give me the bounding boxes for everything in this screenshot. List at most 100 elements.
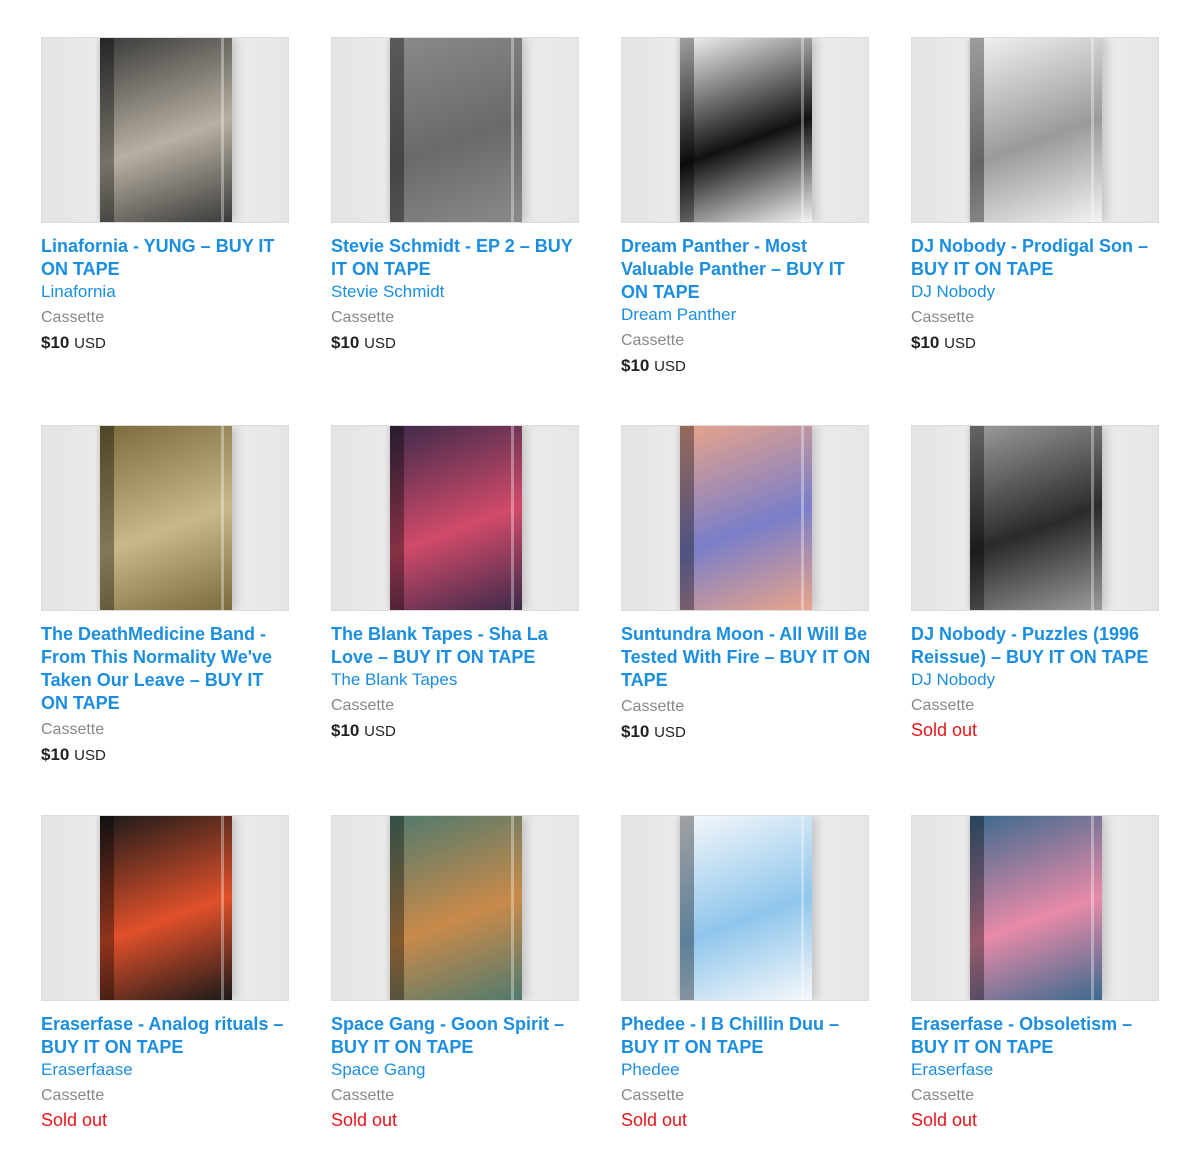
cassette-spine	[680, 426, 694, 610]
product-thumbnail[interactable]	[911, 815, 1159, 1001]
price-currency: USD	[364, 723, 396, 740]
price-amount: $10	[621, 722, 650, 741]
cassette-spine	[970, 38, 984, 222]
product-thumbnail[interactable]	[911, 425, 1159, 611]
product-thumbnail[interactable]	[621, 815, 869, 1001]
cassette-cover-image	[100, 816, 232, 1000]
format-label: Cassette	[621, 1087, 685, 1104]
product-title-link[interactable]: Dream Panther - Most Valuable Panther – …	[621, 235, 871, 304]
product-title-link[interactable]: The DeathMedicine Band - From This Norma…	[41, 623, 291, 715]
artist-link[interactable]: Eraserfaase	[41, 1059, 291, 1081]
product-card: Stevie Schmidt - EP 2 – BUY IT ON TAPE S…	[331, 37, 581, 356]
cassette-spine	[970, 426, 984, 610]
product-thumbnail[interactable]	[41, 815, 289, 1001]
product-card: Phedee - I B Chillin Duu – BUY IT ON TAP…	[621, 815, 871, 1132]
product-card: Space Gang - Goon Spirit – BUY IT ON TAP…	[331, 815, 581, 1132]
product-title-link[interactable]: The Blank Tapes - Sha La Love – BUY IT O…	[331, 623, 581, 669]
price-currency: USD	[74, 747, 106, 764]
cassette-cover-image	[970, 38, 1102, 222]
cassette-highlight	[1091, 426, 1094, 610]
product-title-link[interactable]: Space Gang - Goon Spirit – BUY IT ON TAP…	[331, 1013, 581, 1059]
product-thumbnail[interactable]	[41, 425, 289, 611]
price-amount: $10	[41, 333, 70, 352]
product-thumbnail[interactable]	[331, 815, 579, 1001]
product-card: Dream Panther - Most Valuable Panther – …	[621, 37, 871, 379]
product-card: Eraserfase - Obsoletism – BUY IT ON TAPE…	[911, 815, 1161, 1132]
cassette-highlight	[801, 816, 804, 1000]
product-card: Linafornia - YUNG – BUY IT ON TAPE Linaf…	[41, 37, 291, 356]
cassette-spine	[970, 816, 984, 1000]
cassette-cover-image	[390, 816, 522, 1000]
price-currency: USD	[654, 724, 686, 741]
product-card: The Blank Tapes - Sha La Love – BUY IT O…	[331, 425, 581, 744]
artist-link[interactable]: Space Gang	[331, 1059, 581, 1081]
artist-link[interactable]: Phedee	[621, 1059, 871, 1081]
product-title-link[interactable]: Phedee - I B Chillin Duu – BUY IT ON TAP…	[621, 1013, 871, 1059]
artist-link[interactable]: Linafornia	[41, 281, 291, 303]
cassette-cover-image	[970, 816, 1102, 1000]
artist-link[interactable]: The Blank Tapes	[331, 669, 581, 691]
product-title-link[interactable]: DJ Nobody - Puzzles (1996 Reissue) – BUY…	[911, 623, 1161, 669]
product-card: DJ Nobody - Prodigal Son – BUY IT ON TAP…	[911, 37, 1161, 356]
sold-out-label: Sold out	[911, 1110, 978, 1130]
format-label: Cassette	[41, 721, 105, 738]
product-card: Suntundra Moon - All Will Be Tested With…	[621, 425, 871, 745]
price: $10 USD	[331, 719, 581, 744]
sold-out-label: Sold out	[621, 1110, 688, 1130]
sold-out-label: Sold out	[911, 720, 978, 740]
format-label: Cassette	[911, 1087, 975, 1104]
cassette-highlight	[221, 816, 224, 1000]
cassette-spine	[390, 816, 404, 1000]
format-label: Cassette	[911, 309, 975, 326]
cassette-highlight	[511, 426, 514, 610]
cassette-highlight	[1091, 816, 1094, 1000]
price: $10 USD	[41, 743, 291, 768]
product-thumbnail[interactable]	[621, 425, 869, 611]
product-title-link[interactable]: DJ Nobody - Prodigal Son – BUY IT ON TAP…	[911, 235, 1161, 281]
cassette-spine	[680, 816, 694, 1000]
format-label: Cassette	[331, 697, 395, 714]
price: $10 USD	[621, 720, 871, 745]
product-grid: Linafornia - YUNG – BUY IT ON TAPE Linaf…	[0, 0, 1200, 1166]
artist-link[interactable]: Dream Panther	[621, 304, 871, 326]
artist-link[interactable]: DJ Nobody	[911, 669, 1161, 691]
cassette-cover-image	[390, 38, 522, 222]
artist-link[interactable]: Eraserfase	[911, 1059, 1161, 1081]
format-label: Cassette	[331, 309, 395, 326]
cassette-spine	[100, 426, 114, 610]
cassette-spine	[390, 426, 404, 610]
cassette-highlight	[511, 816, 514, 1000]
product-title-link[interactable]: Eraserfase - Obsoletism – BUY IT ON TAPE	[911, 1013, 1161, 1059]
price: $10 USD	[911, 331, 1161, 356]
cassette-spine	[100, 816, 114, 1000]
price-amount: $10	[911, 333, 940, 352]
cassette-highlight	[221, 426, 224, 610]
product-title-link[interactable]: Suntundra Moon - All Will Be Tested With…	[621, 623, 871, 692]
format-label: Cassette	[41, 1087, 105, 1104]
product-thumbnail[interactable]	[621, 37, 869, 223]
cassette-cover-image	[100, 38, 232, 222]
product-card: The DeathMedicine Band - From This Norma…	[41, 425, 291, 768]
cassette-cover-image	[680, 426, 812, 610]
cassette-cover-image	[680, 38, 812, 222]
product-thumbnail[interactable]	[41, 37, 289, 223]
price-amount: $10	[331, 333, 360, 352]
price-currency: USD	[364, 335, 396, 352]
product-card: Eraserfase - Analog rituals – BUY IT ON …	[41, 815, 291, 1132]
product-title-link[interactable]: Stevie Schmidt - EP 2 – BUY IT ON TAPE	[331, 235, 581, 281]
cassette-cover-image	[970, 426, 1102, 610]
cassette-highlight	[511, 38, 514, 222]
cassette-spine	[680, 38, 694, 222]
product-thumbnail[interactable]	[331, 425, 579, 611]
price-currency: USD	[944, 335, 976, 352]
price: $10 USD	[41, 331, 291, 356]
cassette-highlight	[1091, 38, 1094, 222]
sold-out-label: Sold out	[331, 1110, 398, 1130]
product-thumbnail[interactable]	[331, 37, 579, 223]
product-title-link[interactable]: Linafornia - YUNG – BUY IT ON TAPE	[41, 235, 291, 281]
artist-link[interactable]: Stevie Schmidt	[331, 281, 581, 303]
product-thumbnail[interactable]	[911, 37, 1159, 223]
artist-link[interactable]: DJ Nobody	[911, 281, 1161, 303]
product-title-link[interactable]: Eraserfase - Analog rituals – BUY IT ON …	[41, 1013, 291, 1059]
price: $10 USD	[331, 331, 581, 356]
